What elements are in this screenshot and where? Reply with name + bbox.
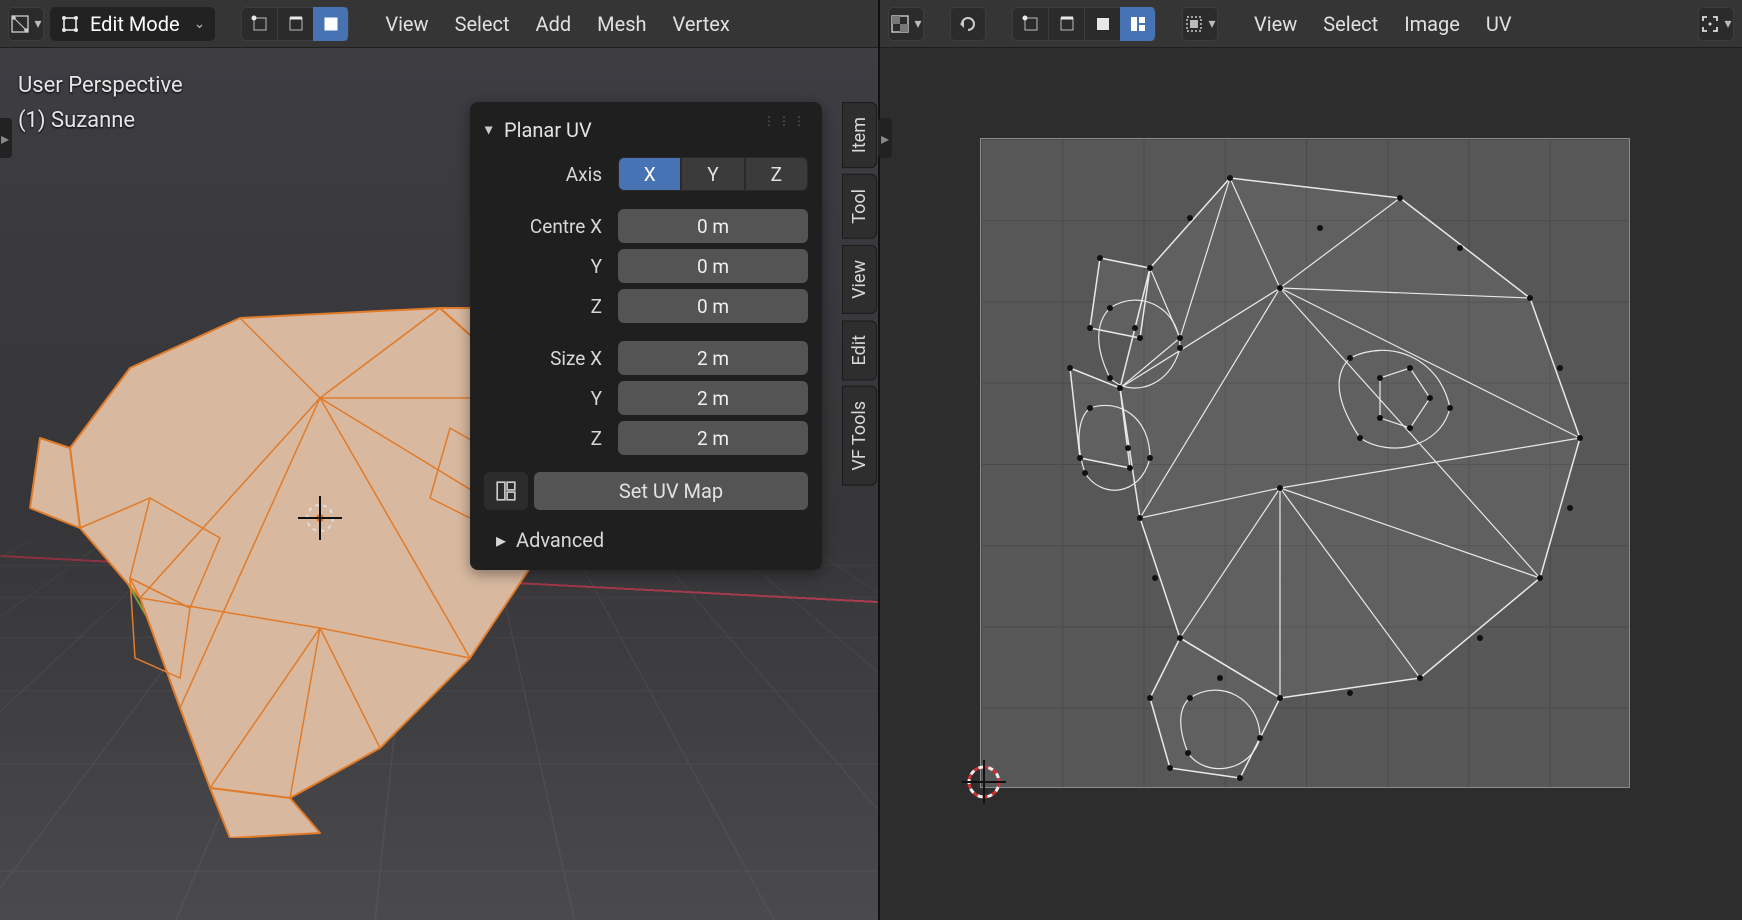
perspective-label: User Perspective xyxy=(18,68,183,103)
uv-island-select[interactable] xyxy=(1120,7,1156,41)
uv-editor-header: ▾ ▾ View Select Image UV ▾ xyxy=(880,0,1742,48)
chevron-down-icon: ▸ xyxy=(481,126,500,134)
centre-y-field[interactable]: 0 m xyxy=(618,249,808,283)
uv-sticky-select-button[interactable]: ▾ xyxy=(1182,7,1218,41)
chevron-right-icon: ▸ xyxy=(496,528,506,552)
size-y-label: Y xyxy=(484,387,614,410)
menu-add[interactable]: Add xyxy=(526,12,582,36)
uv-menu-view[interactable]: View xyxy=(1244,12,1307,36)
operator-panel: ⋮⋮⋮ ▸ Planar UV Axis X Y Z Centre X xyxy=(470,102,822,570)
size-z-field[interactable]: 2 m xyxy=(618,421,808,455)
uv-2d-cursor xyxy=(960,758,1008,806)
chevron-down-icon: ▾ xyxy=(1208,16,1215,32)
set-uv-map-button[interactable]: Set UV Map xyxy=(534,472,808,510)
chevron-down-icon: ⌄ xyxy=(194,16,206,32)
uv-toolbar-expand-handle[interactable]: ▸ xyxy=(878,118,892,158)
chevron-down-icon: ▾ xyxy=(1724,16,1731,32)
drag-handle-icon[interactable]: ⋮⋮⋮ xyxy=(763,114,808,128)
uv-editor-icon xyxy=(890,14,910,34)
size-x-label: Size X xyxy=(484,347,614,370)
uv-frame-button[interactable]: ▾ xyxy=(1698,7,1734,41)
menu-view[interactable]: View xyxy=(375,12,438,36)
chevron-down-icon: ▾ xyxy=(34,16,41,32)
operator-panel-header[interactable]: ▸ Planar UV xyxy=(484,114,808,154)
uv-viewport[interactable]: ▸ xyxy=(880,48,1742,920)
tab-edit[interactable]: Edit xyxy=(842,320,877,380)
object-name-label: (1) Suzanne xyxy=(18,103,183,138)
3d-viewport[interactable]: User Perspective (1) Suzanne xyxy=(0,48,878,920)
centre-z-label: Z xyxy=(484,295,614,318)
uvmap-icon xyxy=(484,472,528,510)
menu-mesh[interactable]: Mesh xyxy=(587,12,656,36)
uv-editor-type-button[interactable]: ▾ xyxy=(888,7,924,41)
tab-view[interactable]: View xyxy=(842,245,877,314)
uv-menu-uv[interactable]: UV xyxy=(1476,12,1522,36)
menu-vertex[interactable]: Vertex xyxy=(663,12,740,36)
operator-title: Planar UV xyxy=(504,118,592,142)
toolbar-expand-handle[interactable]: ▸ xyxy=(0,118,12,158)
centre-x-label: Centre X xyxy=(484,215,614,238)
advanced-label: Advanced xyxy=(516,528,604,552)
uv-vertex-select[interactable] xyxy=(1012,7,1048,41)
centre-z-field[interactable]: 0 m xyxy=(618,289,808,323)
mode-label: Edit Mode xyxy=(90,12,180,36)
frame-icon xyxy=(1700,14,1720,34)
viewport-overlay-text: User Perspective (1) Suzanne xyxy=(18,68,183,138)
3d-view-pane: ▾ Edit Mode ⌄ View Select Add Mesh Verte… xyxy=(0,0,880,920)
uv-menu-select[interactable]: Select xyxy=(1313,12,1388,36)
face-select-button[interactable] xyxy=(313,7,349,41)
uv-menu-image[interactable]: Image xyxy=(1394,12,1470,36)
select-mode-group xyxy=(241,7,349,41)
tab-tool[interactable]: Tool xyxy=(842,174,877,239)
chevron-down-icon: ▾ xyxy=(914,16,921,32)
n-panel-tabs: Item Tool View Edit VF Tools xyxy=(842,102,878,492)
size-z-label: Z xyxy=(484,427,614,450)
mode-dropdown[interactable]: Edit Mode ⌄ xyxy=(50,7,215,41)
size-x-field[interactable]: 2 m xyxy=(618,341,808,375)
edit-mode-icon xyxy=(60,14,80,34)
centre-y-label: Y xyxy=(484,255,614,278)
uv-editor-pane: ▾ ▾ View Select Image UV ▾ ▸ xyxy=(880,0,1742,920)
axis-z-button[interactable]: Z xyxy=(745,157,808,191)
editor-type-button[interactable]: ▾ xyxy=(8,7,44,41)
uv-edge-select[interactable] xyxy=(1048,7,1084,41)
tab-vf-tools[interactable]: VF Tools xyxy=(842,386,877,486)
size-y-field[interactable]: 2 m xyxy=(618,381,808,415)
tab-item[interactable]: Item xyxy=(842,102,877,168)
uv-unwrap-mesh xyxy=(980,138,1630,788)
sticky-icon xyxy=(1184,14,1204,34)
uv-face-select[interactable] xyxy=(1084,7,1120,41)
vertex-select-button[interactable] xyxy=(241,7,277,41)
centre-x-field[interactable]: 0 m xyxy=(618,209,808,243)
menu-select[interactable]: Select xyxy=(445,12,520,36)
advanced-disclosure[interactable]: ▸ Advanced xyxy=(484,510,808,554)
mesh-icon xyxy=(10,14,30,34)
axis-field-label: Axis xyxy=(484,163,614,186)
uv-select-mode-group xyxy=(1012,7,1156,41)
axis-x-button[interactable]: X xyxy=(618,157,681,191)
uv-sync-button[interactable] xyxy=(950,7,986,41)
edge-select-button[interactable] xyxy=(277,7,313,41)
axis-toggle-group: X Y Z xyxy=(618,157,808,191)
3d-view-header: ▾ Edit Mode ⌄ View Select Add Mesh Verte… xyxy=(0,0,878,48)
axis-y-button[interactable]: Y xyxy=(681,157,744,191)
